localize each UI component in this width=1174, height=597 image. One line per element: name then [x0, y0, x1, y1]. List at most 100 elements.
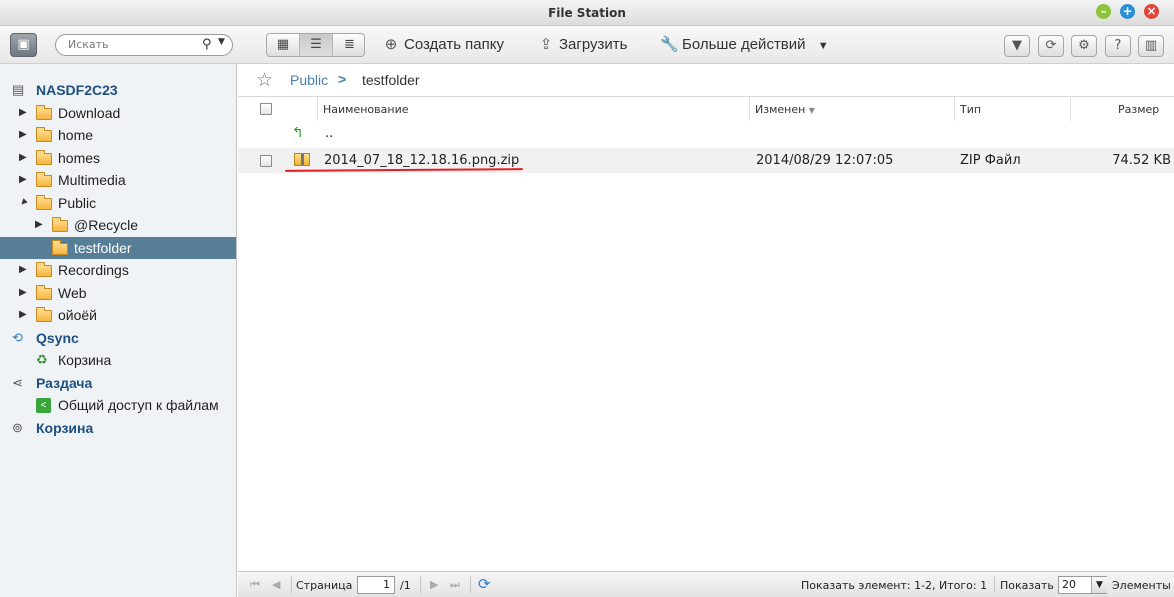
folder-tree: ▤ NASDF2C23 ▶ Download ▶ home ▶ homes ▶ … [0, 64, 237, 597]
tree-item-recordings[interactable]: ▶ Recordings [0, 259, 236, 281]
divider [470, 576, 471, 593]
row-checkbox[interactable] [260, 155, 272, 167]
detail-view-icon[interactable]: ≣ [333, 34, 364, 56]
folder-icon [36, 150, 52, 165]
tree-item-file-sharing[interactable]: < Общий доступ к файлам [0, 394, 236, 416]
breadcrumb-separator: > [338, 71, 347, 87]
tree-item-label: ойоёй [58, 307, 97, 323]
tree-item-trash[interactable]: ⊚ Корзина [0, 417, 236, 439]
toolbar: ▣ ⚲ ▼ ▦ ☰ ≣ ⊕ Создать папку ⇪ Загрузить 🔧Б… [0, 26, 1174, 64]
page-size-select[interactable]: 20 ▼ [1058, 576, 1107, 594]
tree-item-label: Public [58, 195, 97, 211]
tree-root[interactable]: ▤ NASDF2C23 [0, 79, 236, 101]
list-view-icon[interactable]: ☰ [300, 34, 333, 56]
select-all-checkbox[interactable] [260, 103, 272, 115]
divider [420, 576, 421, 593]
tree-item-label: Web [58, 285, 87, 301]
recycle-bin-icon: ♻ [36, 352, 48, 367]
tree-item-label: Multimedia [58, 172, 126, 188]
settings-button[interactable]: ⚙ [1071, 35, 1097, 57]
star-icon[interactable]: ☆ [256, 69, 273, 92]
tree-item-label: Qsync [36, 330, 79, 346]
maximize-icon[interactable]: + [1120, 4, 1135, 19]
collapse-icon[interactable]: ▼ [12, 192, 35, 215]
pager-bar: ⏮ ◀ Страница 1 /1 ▶ ⏭ ⟳ Показать элемент… [238, 571, 1174, 597]
window-title: File Station [548, 6, 626, 20]
expand-icon[interactable]: ▶ [19, 169, 27, 191]
chevron-down-icon[interactable]: ▼ [218, 37, 225, 47]
thumbnail-view-icon[interactable]: ▦ [267, 34, 300, 56]
prev-page-icon[interactable]: ◀ [272, 578, 280, 591]
file-type: ZIP Файл [960, 153, 1021, 168]
folder-open-icon [36, 195, 52, 210]
search-box: ⚲ ▼ [55, 34, 233, 56]
tree-item-testfolder[interactable]: testfolder [0, 237, 236, 259]
title-bar: File Station – + × [0, 0, 1174, 26]
pager-summary: Показать элемент: 1-2, Итого: 1 [801, 579, 988, 592]
tree-item-label: Recordings [58, 262, 129, 278]
column-size[interactable]: Размер [1118, 103, 1159, 116]
breadcrumb-public[interactable]: Public [290, 72, 328, 88]
first-page-icon[interactable]: ⏮ [250, 578, 260, 592]
info-panel-button[interactable]: ▥ [1138, 35, 1164, 57]
tree-item-recycle[interactable]: ▶ @Recycle [0, 214, 236, 236]
folder-icon [36, 262, 52, 277]
column-type[interactable]: Тип [960, 103, 981, 116]
tree-item-homes[interactable]: ▶ homes [0, 147, 236, 169]
tree-item-label: Корзина [58, 352, 112, 368]
chevron-down-icon[interactable]: ▼ [1091, 577, 1107, 593]
expand-icon[interactable]: ▶ [35, 214, 43, 236]
refresh-icon[interactable]: ⟳ [478, 575, 491, 593]
search-icon[interactable]: ⚲ [202, 37, 212, 52]
tree-item-download[interactable]: ▶ Download [0, 102, 236, 124]
expand-icon[interactable]: ▶ [19, 147, 27, 169]
help-button[interactable]: ? [1105, 35, 1131, 57]
folder-icon [52, 240, 68, 255]
breadcrumb-current[interactable]: testfolder [362, 72, 420, 88]
tree-item-public[interactable]: ▼ Public [0, 192, 236, 214]
tree-item-share[interactable]: ⋖ Раздача [0, 372, 236, 394]
tree-item-label: home [58, 127, 94, 143]
tree-item-multimedia[interactable]: ▶ Multimedia [0, 169, 236, 191]
folder-icon [36, 172, 52, 187]
zip-file-icon [294, 153, 310, 166]
refresh-button[interactable]: ⟳ [1038, 35, 1064, 57]
expand-icon[interactable]: ▶ [19, 124, 27, 146]
breadcrumb: ☆ Public > testfolder [238, 64, 1174, 97]
filter-button[interactable]: ▼ [1004, 35, 1030, 57]
last-page-icon[interactable]: ⏭ [450, 578, 460, 592]
tree-root-label: NASDF2C23 [36, 82, 118, 98]
panel-icon: ▥ [1144, 38, 1158, 53]
create-folder-button[interactable]: ⊕ Создать папку [382, 34, 504, 56]
tree-item-label: Раздача [36, 375, 93, 391]
tree-item-qsync[interactable]: ⟲ Qsync [0, 327, 236, 349]
tree-item-web[interactable]: ▶ Web [0, 282, 236, 304]
upload-icon: ⇪ [539, 36, 553, 53]
column-name[interactable]: Наименование [323, 103, 408, 116]
expand-icon[interactable]: ▶ [19, 259, 27, 281]
upload-button[interactable]: ⇪ Загрузить [537, 34, 628, 56]
sort-desc-icon: ▼ [808, 106, 815, 115]
column-modified[interactable]: Изменен ▼ [755, 103, 815, 116]
expand-icon[interactable]: ▶ [19, 102, 27, 124]
expand-icon[interactable]: ▶ [19, 304, 27, 326]
tree-item-home[interactable]: ▶ home [0, 124, 236, 146]
minimize-icon[interactable]: – [1096, 4, 1111, 19]
page-number-input[interactable]: 1 [357, 576, 395, 594]
parent-folder-row[interactable]: ↰ .. [238, 122, 1174, 147]
tree-item-label: Корзина [36, 420, 94, 436]
nas-icon: ▤ [12, 82, 25, 97]
page-label: Страница [296, 579, 353, 592]
view-mode-group: ▦ ☰ ≣ [266, 33, 365, 57]
folder-icon [36, 127, 52, 142]
tree-item-qsync-trash[interactable]: ♻ Корзина [0, 349, 236, 371]
expand-icon[interactable]: ▶ [19, 282, 27, 304]
close-icon[interactable]: × [1144, 4, 1159, 19]
next-page-icon[interactable]: ▶ [430, 578, 438, 591]
file-name[interactable]: 2014_07_18_12.18.16.png.zip [324, 153, 519, 168]
search-input[interactable] [68, 38, 196, 51]
toggle-sidebar-button[interactable]: ▣ [10, 33, 37, 57]
more-actions-button[interactable]: 🔧 Больше действий ▼ [660, 34, 829, 56]
tree-item-oyoyoy[interactable]: ▶ ойоёй [0, 304, 236, 326]
divider [291, 576, 292, 593]
